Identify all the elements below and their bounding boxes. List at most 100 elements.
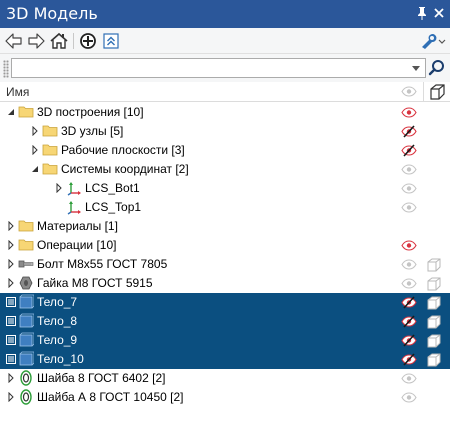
nut-icon <box>18 275 34 291</box>
back-arrow-icon[interactable] <box>4 31 24 51</box>
eye-hidden-icon[interactable] <box>401 334 417 347</box>
cube-icon[interactable] <box>426 333 442 348</box>
search-box[interactable] <box>11 58 426 78</box>
washer-icon <box>18 370 34 386</box>
cube-icon[interactable] <box>426 257 442 272</box>
forward-arrow-icon[interactable] <box>26 31 46 51</box>
eye-icon[interactable] <box>401 391 417 404</box>
tree-item-label: 3D узлы [5] <box>61 124 124 138</box>
folder-icon <box>18 237 34 253</box>
tree-row[interactable]: Гайка М8 ГОСТ 5915 <box>0 274 450 293</box>
tree-row[interactable]: Болт М8х55 ГОСТ 7805 <box>0 255 450 274</box>
eye-icon[interactable] <box>401 106 417 119</box>
crosshair-icon[interactable] <box>78 31 98 51</box>
tree-item-label: Шайба А 8 ГОСТ 10450 [2] <box>37 390 184 404</box>
collapse-arrow-icon[interactable] <box>30 164 40 174</box>
expand-arrow-icon[interactable] <box>30 145 40 155</box>
list-icon <box>6 316 16 326</box>
column-header: Имя <box>0 82 450 102</box>
tree-row[interactable]: Шайба А 8 ГОСТ 10450 [2] <box>0 388 450 407</box>
folder-icon <box>42 123 58 139</box>
pin-icon[interactable] <box>415 5 429 21</box>
expand-arrow-icon[interactable] <box>6 373 16 383</box>
tree-row[interactable]: LCS_Bot1 <box>0 179 450 198</box>
wrench-icon[interactable] <box>418 31 446 51</box>
tree-item-label: Шайба 8 ГОСТ 6402 [2] <box>37 371 166 385</box>
expand-arrow-icon[interactable] <box>6 278 16 288</box>
cube-icon[interactable] <box>426 276 442 291</box>
list-icon <box>6 335 16 345</box>
chevron-down-icon[interactable] <box>410 62 422 74</box>
axis-icon <box>66 180 82 196</box>
eye-hidden-icon[interactable] <box>401 125 417 138</box>
window-title: 3D Модель <box>6 4 98 23</box>
tree-row[interactable]: Рабочие плоскости [3] <box>0 141 450 160</box>
eye-icon[interactable] <box>401 258 417 271</box>
tree-item-label: Тело_10 <box>37 352 84 366</box>
collapse-arrow-icon[interactable] <box>6 107 16 117</box>
list-icon <box>6 354 16 364</box>
list-icon <box>6 297 16 307</box>
tree-item-label: Болт М8х55 ГОСТ 7805 <box>37 257 168 271</box>
eye-icon[interactable] <box>401 239 417 252</box>
tree-row[interactable]: Операции [10] <box>0 236 450 255</box>
tree-row[interactable]: Шайба 8 ГОСТ 6402 [2] <box>0 369 450 388</box>
tree-row[interactable]: LCS_Top1 <box>0 198 450 217</box>
tree-row[interactable]: 3D узлы [5] <box>0 122 450 141</box>
eye-icon[interactable] <box>401 163 417 176</box>
folder-icon <box>42 161 58 177</box>
tree-row[interactable]: Тело_8 <box>0 312 450 331</box>
eye-hidden-icon[interactable] <box>401 315 417 328</box>
close-icon[interactable] <box>432 5 446 21</box>
expand-arrow-icon[interactable] <box>6 259 16 269</box>
folder-icon <box>18 218 34 234</box>
eye-hidden-icon[interactable] <box>401 353 417 366</box>
eye-icon[interactable] <box>401 201 417 214</box>
eye-icon[interactable] <box>401 182 417 195</box>
cube-icon[interactable] <box>428 83 446 101</box>
search-input[interactable] <box>12 59 407 77</box>
expand-arrow-icon[interactable] <box>6 240 16 250</box>
tree-row[interactable]: Тело_7 <box>0 293 450 312</box>
body-icon <box>18 313 34 329</box>
model-tree: 3D построения [10] 3D узлы [5] Рабочие пло… <box>0 103 450 407</box>
title-bar: 3D Модель <box>0 0 450 28</box>
folder-icon <box>18 104 34 120</box>
column-name-header[interactable]: Имя <box>6 85 29 99</box>
tree-item-label: Операции [10] <box>37 238 117 252</box>
tree-row[interactable]: Тело_9 <box>0 331 450 350</box>
tree-item-label: Тело_8 <box>37 314 78 328</box>
eye-icon[interactable] <box>401 277 417 290</box>
tree-item-label: LCS_Bot1 <box>85 181 140 195</box>
eye-icon[interactable] <box>401 372 417 385</box>
grip-handle[interactable] <box>3 60 9 78</box>
body-icon <box>18 351 34 367</box>
cube-icon[interactable] <box>426 295 442 310</box>
washer-icon <box>18 389 34 405</box>
tree-row[interactable]: Системы координат [2] <box>0 160 450 179</box>
tree-item-label: LCS_Top1 <box>85 200 142 214</box>
tree-item-label: Тело_7 <box>37 295 78 309</box>
home-icon[interactable] <box>49 31 69 51</box>
tree-item-label: 3D построения [10] <box>37 105 144 119</box>
eye-icon[interactable] <box>401 85 417 98</box>
tree-row[interactable]: Тело_10 <box>0 350 450 369</box>
expand-arrow-icon[interactable] <box>54 183 64 193</box>
toolbar <box>0 28 450 54</box>
expand-arrow-icon[interactable] <box>6 392 16 402</box>
tree-row[interactable]: 3D построения [10] <box>0 103 450 122</box>
search-row <box>0 54 450 82</box>
cube-icon[interactable] <box>426 352 442 367</box>
tree-item-label: Гайка М8 ГОСТ 5915 <box>37 276 153 290</box>
expand-arrow-icon[interactable] <box>6 221 16 231</box>
body-icon <box>18 332 34 348</box>
eye-hidden-icon[interactable] <box>401 144 417 157</box>
cube-icon[interactable] <box>426 314 442 329</box>
expand-arrow-icon[interactable] <box>30 126 40 136</box>
folder-icon <box>42 142 58 158</box>
tree-item-label: Системы координат [2] <box>61 162 189 176</box>
collapse-up-icon[interactable] <box>101 31 121 51</box>
search-icon[interactable] <box>428 59 446 77</box>
eye-hidden-icon[interactable] <box>401 296 417 309</box>
tree-row[interactable]: Материалы [1] <box>0 217 450 236</box>
